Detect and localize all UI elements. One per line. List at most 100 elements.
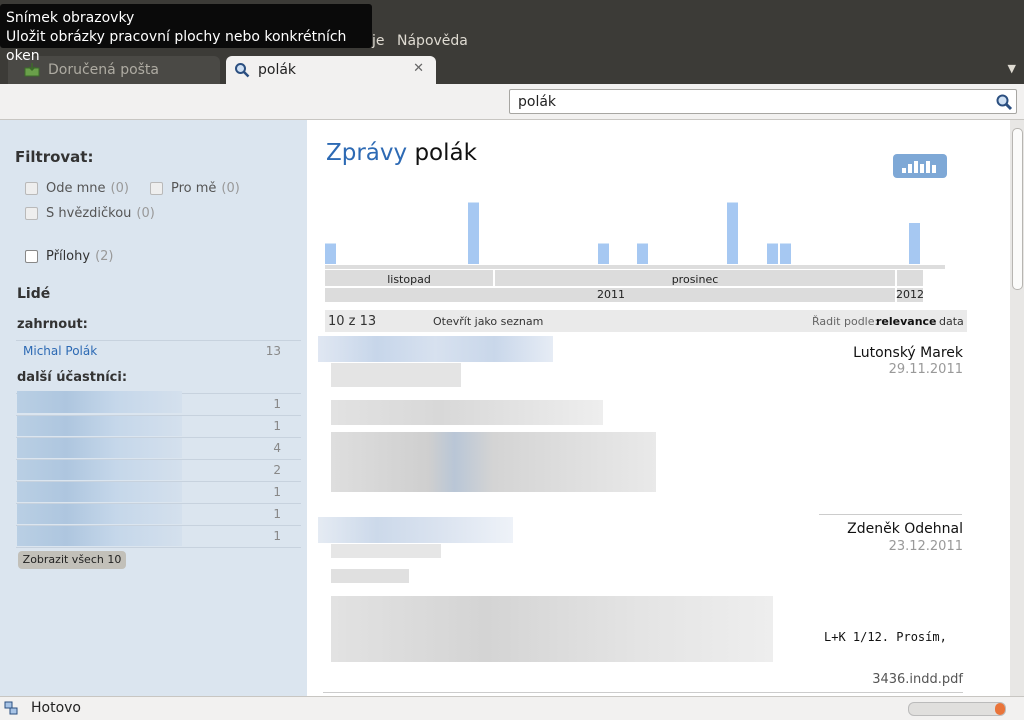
filter-to-me-label: Pro mě bbox=[171, 181, 217, 196]
filter-attachments[interactable]: Přílohy (2) bbox=[25, 249, 114, 264]
checkbox[interactable] bbox=[25, 250, 38, 263]
heading-prefix: Zprávy bbox=[326, 140, 408, 166]
include-label: zahrnout: bbox=[17, 317, 88, 332]
scroll-thumb[interactable] bbox=[1012, 128, 1023, 290]
checkbox[interactable] bbox=[25, 207, 38, 220]
others-label: další účastníci: bbox=[17, 370, 128, 385]
redacted-text bbox=[331, 400, 603, 425]
people-row[interactable]: 1 bbox=[16, 503, 301, 525]
redacted-text bbox=[331, 569, 409, 583]
timeline-bar[interactable] bbox=[468, 202, 479, 265]
checkbox[interactable] bbox=[150, 182, 163, 195]
timeline-bar[interactable] bbox=[325, 243, 336, 265]
open-as-list-link[interactable]: Otevřít jako seznam bbox=[433, 315, 543, 328]
people-count: 2 bbox=[273, 463, 281, 477]
attachment-name[interactable]: 3436.indd.pdf bbox=[872, 672, 963, 687]
show-all-button[interactable]: Zobrazit všech 10 bbox=[18, 551, 126, 569]
people-count: 4 bbox=[273, 441, 281, 455]
sort-relevance[interactable]: relevance bbox=[876, 315, 937, 328]
timeline-chart: listopad prosinec 2011 2012 bbox=[325, 202, 945, 302]
message-date: 29.11.2011 bbox=[888, 362, 963, 377]
filter-starred-count: (0) bbox=[136, 206, 155, 221]
timeline-bar[interactable] bbox=[780, 243, 791, 265]
menu-item-partial[interactable]: je bbox=[372, 33, 385, 49]
timeline-bar[interactable] bbox=[637, 243, 648, 265]
redacted-name bbox=[17, 526, 182, 546]
redacted-name bbox=[17, 416, 182, 436]
search-icon[interactable] bbox=[995, 93, 1013, 111]
filter-to-me[interactable]: Pro mě (0) bbox=[150, 181, 240, 196]
checkbox[interactable] bbox=[25, 182, 38, 195]
people-row[interactable]: Michal Polák 13 bbox=[16, 340, 301, 362]
filter-starred[interactable]: S hvězdičkou (0) bbox=[25, 206, 155, 221]
people-row[interactable]: 2 bbox=[16, 459, 301, 481]
filter-from-me-count: (0) bbox=[110, 181, 129, 196]
divider bbox=[323, 692, 963, 693]
sort-label: Řadit podle: bbox=[812, 315, 879, 328]
filter-attachments-label: Přílohy bbox=[46, 249, 91, 264]
people-count: 1 bbox=[273, 485, 281, 499]
redacted-subject bbox=[318, 336, 553, 362]
people-row[interactable]: 1 bbox=[16, 525, 301, 548]
redacted-text bbox=[331, 544, 441, 558]
search-input[interactable]: polák bbox=[509, 89, 1017, 114]
people-count: 1 bbox=[273, 507, 281, 521]
people-count: 1 bbox=[273, 397, 281, 411]
people-count: 1 bbox=[273, 419, 281, 433]
filter-title: Filtrovat: bbox=[15, 148, 94, 166]
status-text: Hotovo bbox=[31, 700, 81, 716]
people-row[interactable]: 1 bbox=[16, 481, 301, 503]
chevron-down-icon[interactable]: ▼ bbox=[1008, 62, 1016, 75]
timeline-bar[interactable] bbox=[598, 243, 609, 265]
redacted-text bbox=[331, 432, 656, 492]
timeline-bar[interactable] bbox=[767, 243, 778, 265]
tooltip: Snímek obrazovky Uložit obrázky pracovní… bbox=[0, 4, 372, 64]
filter-from-me[interactable]: Ode mne (0) bbox=[25, 181, 129, 196]
redacted-subject bbox=[318, 517, 513, 543]
filter-from-me-label: Ode mne bbox=[46, 181, 106, 196]
close-icon[interactable]: ✕ bbox=[413, 61, 424, 76]
redacted-name bbox=[17, 482, 182, 502]
network-icon bbox=[4, 701, 18, 715]
filter-starred-label: S hvězdičkou bbox=[46, 206, 132, 221]
people-row[interactable]: 1 bbox=[16, 391, 301, 415]
sort-date[interactable]: data bbox=[939, 315, 964, 328]
filter-sidebar: Filtrovat: Ode mne (0) Pro mě (0) S hvěz… bbox=[0, 120, 307, 696]
tooltip-description: Uložit obrázky pracovní plochy nebo konk… bbox=[6, 29, 347, 64]
toolbar: polák bbox=[0, 84, 1024, 120]
month-label: prosinec bbox=[672, 273, 719, 286]
redacted-name bbox=[17, 391, 182, 413]
tooltip-title: Snímek obrazovky bbox=[6, 10, 135, 26]
message-sender: Zdeněk Odehnal bbox=[847, 521, 963, 537]
people-row[interactable]: 1 bbox=[16, 415, 301, 437]
timeline-bar[interactable] bbox=[727, 202, 738, 265]
timeline-bar[interactable] bbox=[909, 223, 920, 264]
chart-toggle-button[interactable] bbox=[893, 154, 947, 178]
redacted-name bbox=[17, 438, 182, 458]
people-count: 1 bbox=[273, 529, 281, 543]
message-snippet: L+K 1/12. Prosím, bbox=[824, 630, 947, 644]
menu-item-help[interactable]: Nápověda bbox=[397, 33, 468, 49]
bar-chart-icon bbox=[902, 161, 936, 173]
year-label: 2011 bbox=[597, 288, 625, 301]
status-bar: Hotovo bbox=[0, 696, 1024, 720]
message-sender: Lutonský Marek bbox=[853, 345, 963, 361]
redacted-name bbox=[17, 460, 182, 480]
divider bbox=[819, 514, 962, 515]
people-title: Lidé bbox=[17, 286, 51, 302]
month-label: listopad bbox=[387, 273, 431, 286]
redacted-name bbox=[17, 504, 182, 524]
year-label: 2012 bbox=[896, 288, 924, 301]
redacted-text bbox=[331, 363, 461, 387]
progress-bar bbox=[908, 702, 1006, 716]
redacted-text bbox=[331, 596, 773, 662]
people-count: 13 bbox=[265, 344, 281, 358]
filter-to-me-count: (0) bbox=[221, 181, 240, 196]
results-header: 10 z 13 Otevřít jako seznam Řadit podle:… bbox=[325, 310, 967, 332]
scrollbar[interactable] bbox=[1010, 120, 1024, 696]
page-title: Zprávy polák bbox=[326, 140, 477, 166]
people-row[interactable]: 4 bbox=[16, 437, 301, 459]
people-name[interactable]: Michal Polák bbox=[23, 344, 97, 358]
progress-indicator bbox=[995, 703, 1005, 715]
filter-attachments-count: (2) bbox=[95, 249, 114, 264]
